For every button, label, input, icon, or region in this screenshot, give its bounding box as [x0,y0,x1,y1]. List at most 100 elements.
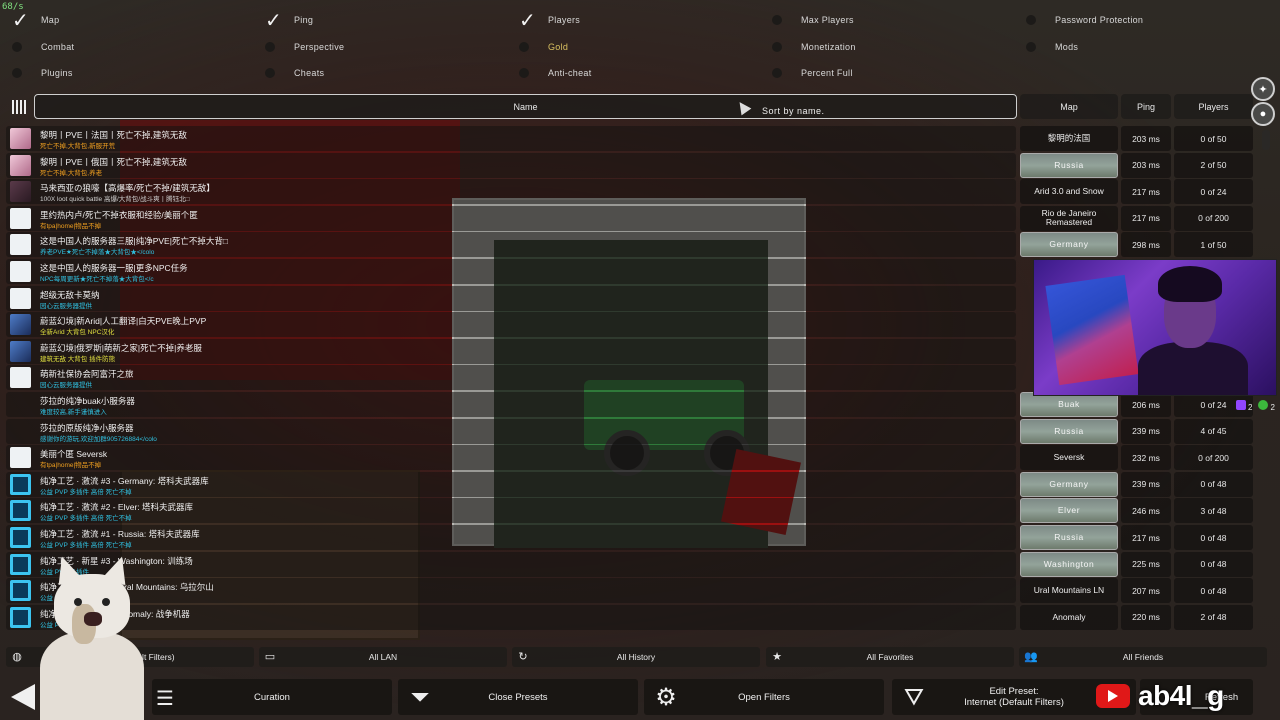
column-header-name[interactable]: Name [34,94,1017,119]
filter-ping[interactable]: ✓ Ping [265,10,313,30]
filter-label: Map [41,15,60,25]
server-name-cell[interactable]: 黎明丨PVE丨俄国丨死亡不掉,建筑无敌 死亡不掉,大背包,养老 [6,152,1016,178]
xbox-icon [1258,400,1269,410]
filter-map[interactable]: ✓ Map [12,10,59,30]
server-map: Germany [1020,232,1118,258]
filter-label: Max Players [801,15,854,25]
column-header-ping[interactable]: Ping [1121,94,1171,119]
server-name-cell[interactable]: 这是中国人的服务器一服|更多NPC任务 NPC每周更新★死亡不掉落★大背包</c [6,259,1016,284]
toggle-circle-icon [519,42,529,52]
filter-label: Cheats [294,68,325,78]
server-name-cell[interactable]: 黎明丨PVE丨法国丨死亡不掉,建筑无敌 死亡不掉,大背包,新服开荒 [6,126,1016,151]
server-name-cell[interactable]: 萌新社保协会阿富汗之旅 园心云服务器提供 [6,365,1016,391]
platform-badges: 2 2 [1236,400,1275,412]
bird-icon[interactable]: ✦ [1251,77,1275,101]
tab-all-favorites[interactable]: ★ All Favorites [766,647,1014,667]
server-map: Rio de Janeiro Remastered [1020,205,1118,231]
tab-all-friends[interactable]: 👥 All Friends [1019,647,1267,667]
filter-perspective[interactable]: Perspective [265,37,344,57]
server-row[interactable]: 黎明丨PVE丨俄国丨死亡不掉,建筑无敌 死亡不掉,大背包,养老 Russia 203 … [0,152,1260,178]
server-name-cell[interactable]: 莎拉的原版纯净小服务器 感谢你的游玩,欢迎加群905726884</colo [6,418,1016,444]
server-icon [10,500,31,522]
open-filters-button[interactable]: ⚙ Open Filters [644,679,884,715]
filter-max-players[interactable]: Max Players [772,10,854,30]
server-description: 死亡不掉,大背包,养老 [40,169,103,177]
filter-monetization[interactable]: Monetization [772,37,856,57]
cat-body [40,632,144,720]
toggle-circle-icon [1026,15,1036,25]
curation-button[interactable]: Curation [152,679,392,715]
column-toggle-icon[interactable] [8,96,30,118]
server-ping: 239 ms [1121,418,1171,444]
server-icon [10,207,31,229]
filter-gold[interactable]: Gold [519,37,568,57]
close-presets-button[interactable]: ⏷ Close Presets [398,679,638,715]
filter-combat[interactable]: Combat [12,37,74,57]
streamer-handle: ab4l_g [1138,680,1224,711]
cat-eye [74,598,82,606]
server-description: 有tpa|home|物品不掉 [40,222,102,230]
server-description: 全新Arid 大背包 NPC汉化 [40,329,115,337]
scrollbar[interactable] [1262,130,1270,150]
filter-cheats[interactable]: Cheats [265,63,324,83]
server-name-cell[interactable]: 纯净工艺 · 激流 #2 - Elver: 塔科夫武器库 公益 PVP 多插件 高… [6,498,1016,524]
server-row[interactable]: 莎拉的原版纯净小服务器 感谢你的游玩,欢迎加群905726884</colo Rus… [0,418,1260,444]
server-name-cell[interactable]: 莎拉的纯净buak小服务器 难度较高,新手谨慎进入 [6,392,1016,417]
server-row[interactable]: 马来西亚の狼嚎【高爆率/死亡不掉/建筑无敌】 100X loot quick ba… [0,179,1260,205]
server-name-cell[interactable]: 纯净工艺 · 新星 #3 - Washington: 训练场 公益 PVP 多插件 [6,551,1016,577]
toggle-circle-icon [772,68,782,78]
server-name-cell[interactable]: 纯净工艺 · 新星 #1 - Anomaly: 战争机器公益 PVP 多插件 [6,604,1016,630]
cat-eye [102,598,110,606]
youtube-icon [1096,684,1130,708]
server-description: 感谢你的游玩,欢迎加群905726884</colo [40,435,157,443]
server-row[interactable]: 纯净工艺 · 新星 #2 - Ural Mountains: 乌拉尔山公益 PV… [0,578,1260,604]
server-name-cell[interactable]: 蔚蓝幻境|俄罗斯|萌新之家|死亡不掉|养老服 建筑无敌 大背包 插件防熊 [6,338,1016,364]
server-icon [10,314,31,336]
tab-all-history[interactable]: ↻ All History [512,647,760,667]
server-name-cell[interactable]: 里约热内卢/死亡不掉衣服和经验/美丽个匿 有tpa|home|物品不掉 [6,205,1016,231]
server-map: Washington [1020,551,1118,577]
column-header-players[interactable]: Players [1174,94,1253,119]
server-map: Russia [1020,525,1118,550]
server-row[interactable]: 这是中国人的服务器三服|纯净PVE|死亡不掉大背□ 养老PVE★死亡不掉落★大背包… [0,232,1260,258]
server-row[interactable]: 纯净工艺 · 激流 #3 - Germany: 塔科夫武器库 公益 PVP 多插件… [0,471,1260,497]
toggle-circle-icon [1026,42,1036,52]
filter-percent-full[interactable]: Percent Full [772,63,853,83]
filter-label: Ping [294,15,314,25]
server-players: 0 of 200 [1174,445,1253,471]
server-row[interactable]: 纯净工艺 · 激流 #1 - Russia: 塔科夫武器库 公益 PVP 多插件 … [0,525,1260,550]
history-icon: ↻ [518,650,528,663]
server-description: 公益 PVP 多插件 高倍 死亡不掉 [40,542,132,549]
server-ping: 239 ms [1121,471,1171,497]
server-name-cell[interactable]: 蔚蓝幻境|新Arid|人工翻译|白天PVE晚上PVP 全新Arid 大背包 NPC… [6,312,1016,338]
server-name-cell[interactable]: 纯净工艺 · 激流 #1 - Russia: 塔科夫武器库 公益 PVP 多插件 … [6,525,1016,550]
filter-password-protection[interactable]: Password Protection [1026,10,1143,30]
server-row[interactable]: 纯净工艺 · 激流 #2 - Elver: 塔科夫武器库 公益 PVP 多插件 高… [0,498,1260,524]
server-row[interactable]: 美丽个匿 Seversk 有tpa|home|物品不掉 Seversk 232 ms 0… [0,445,1260,471]
filter-mods[interactable]: Mods [1026,37,1078,57]
server-name-cell[interactable]: 这是中国人的服务器三服|纯净PVE|死亡不掉大背□ 养老PVE★死亡不掉落★大背包… [6,232,1016,258]
filter-plugins[interactable]: Plugins [12,63,73,83]
filter-label: Monetization [801,42,856,52]
server-name-cell[interactable]: 超级无敌卡莫纳 园心云服务器提供 [6,285,1016,311]
server-name-cell[interactable]: 马来西亚の狼嚎【高爆率/死亡不掉/建筑无敌】 100X loot quick ba… [6,179,1016,205]
server-players: 2 of 50 [1174,152,1253,178]
tab-all-lan[interactable]: ▭ All LAN [259,647,507,667]
server-row[interactable]: 黎明丨PVE丨法国丨死亡不掉,建筑无敌 死亡不掉,大背包,新服开荒 黎明的法国 203… [0,126,1260,151]
server-players: 0 of 50 [1174,126,1253,151]
server-name-cell[interactable]: 纯净工艺 · 新星 #2 - Ural Mountains: 乌拉尔山公益 PV… [6,578,1016,604]
server-name-cell[interactable]: 美丽个匿 Seversk 有tpa|home|物品不掉 [6,445,1016,471]
filter-players[interactable]: ✓ Players [519,10,580,30]
checkmark-icon: ✓ [265,8,283,32]
star-icon: ★ [772,650,782,663]
edit-filter-icon: ⛛ [903,683,925,711]
server-description: 公益 PVP 多插件 高倍 死亡不掉 [40,488,132,496]
server-icon [10,527,31,548]
server-row[interactable]: 里约热内卢/死亡不掉衣服和经验/美丽个匿 有tpa|home|物品不掉 Rio de… [0,205,1260,231]
server-row[interactable]: 纯净工艺 · 新星 #3 - Washington: 训练场 公益 PVP 多插件… [0,551,1260,577]
server-row[interactable]: 纯净工艺 · 新星 #1 - Anomaly: 战争机器公益 PVP 多插件An… [0,604,1260,630]
column-header-map[interactable]: Map [1020,94,1118,119]
server-name-cell[interactable]: 纯净工艺 · 激流 #3 - Germany: 塔科夫武器库 公益 PVP 多插件… [6,471,1016,497]
avatar[interactable]: ● [1251,102,1275,126]
filter-anti-cheat[interactable]: Anti-cheat [519,63,592,83]
